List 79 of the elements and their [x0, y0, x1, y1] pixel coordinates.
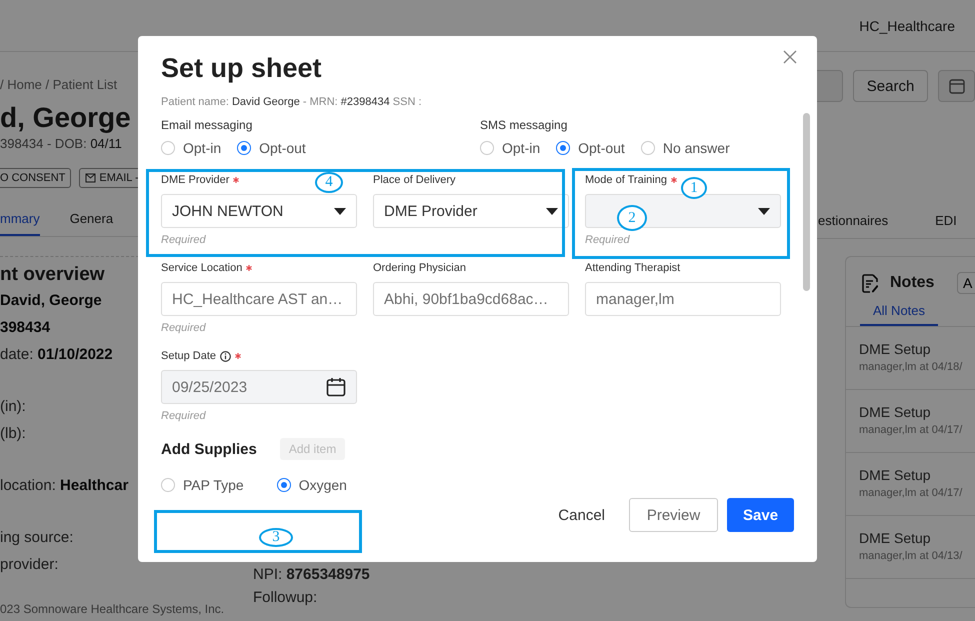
section-title: nt overview [0, 263, 105, 287]
radio-button[interactable] [640, 141, 655, 155]
dialog-title: Set up sheet [161, 52, 322, 84]
calendar-icon [948, 78, 965, 94]
cancel-button[interactable]: Cancel [558, 498, 605, 532]
overview-field: (in): [0, 393, 26, 420]
note-title[interactable]: DME Setup [859, 339, 962, 359]
radio-option[interactable]: Opt-in [480, 140, 540, 156]
field-label: DME Provider [161, 173, 230, 188]
overview-field: provider: [0, 551, 58, 578]
validation-hint: Required [161, 233, 207, 248]
tab[interactable]: Genera [70, 203, 114, 236]
breadcrumb[interactable]: / Home / Patient List [0, 77, 118, 93]
overview-field: 398434 [0, 314, 50, 341]
tab[interactable]: EDI [935, 205, 957, 238]
radio-button[interactable] [480, 141, 494, 155]
field-label: Ordering Physician [373, 261, 466, 276]
note-title[interactable]: DME Setup [859, 402, 962, 422]
radio-option[interactable]: No answer [640, 140, 730, 156]
note-title[interactable]: DME Setup [859, 528, 962, 548]
overview-field: (lb): [0, 420, 26, 447]
tab[interactable]: estionnaires [818, 205, 888, 238]
validation-hint: Required [161, 409, 207, 424]
overview-field: date: 01/10/2022 [0, 341, 113, 368]
detail-field: Followup: [253, 586, 780, 609]
copyright-text: 023 Somnoware Healthcare Systems, Inc. [0, 602, 224, 616]
patient-meta: 398434 - DOB: 04/11 [0, 135, 122, 153]
radio-option[interactable]: Opt-out [556, 140, 625, 156]
panel-title: Notes [890, 274, 934, 292]
radio-button[interactable] [161, 478, 175, 492]
input-field[interactable]: Abhi, 90bf1ba9cd68ac… [373, 282, 569, 316]
overview-field: ing source: [0, 524, 74, 551]
preview-button[interactable]: Preview [629, 498, 718, 532]
note-meta: manager,lm at 04/13/ [859, 549, 962, 564]
radio-button[interactable] [556, 141, 570, 155]
caret-icon [334, 208, 346, 214]
field-label: Setup Date [161, 349, 216, 364]
caret-icon [546, 208, 558, 214]
section-title: Add Supplies [161, 440, 257, 458]
radio-option[interactable]: Opt-out [237, 140, 306, 156]
detail-field: NPI: 8765348975 [253, 563, 780, 586]
overview-field: location: Healthcar [0, 472, 128, 499]
radio-button[interactable] [237, 141, 252, 155]
radio-button[interactable] [161, 141, 175, 155]
overview-field: David, George [0, 287, 102, 314]
note-edit-icon [862, 274, 878, 292]
input-field[interactable]: manager,lm [585, 282, 781, 316]
patient-name: d, George [0, 101, 131, 135]
field-label: Service Location [161, 261, 242, 276]
tab[interactable]: mmary [0, 203, 40, 236]
radio-button[interactable] [276, 478, 291, 492]
radio-option[interactable]: PAP Type [161, 477, 244, 493]
dropdown[interactable]: DME Provider [373, 194, 569, 228]
save-button[interactable]: Save [727, 498, 794, 532]
calendar-button[interactable] [938, 70, 975, 102]
field-label: Attending Therapist [585, 261, 680, 276]
validation-hint: Required [585, 233, 631, 248]
tab[interactable]: All Notes [860, 299, 938, 326]
radio-option[interactable]: Opt-in [161, 140, 222, 156]
note-meta: manager,lm at 04/17/ [859, 423, 962, 438]
dropdown[interactable]: JOHN NEWTON [161, 194, 357, 228]
account-name[interactable]: HC_Healthcare [859, 18, 955, 34]
patient-info: Patient name: David George - MRN: #2398434 SSN : [161, 95, 423, 109]
close-icon[interactable] [783, 50, 797, 64]
note-meta: manager,lm at 04/17/ [859, 486, 962, 501]
field-label: Email messaging [161, 117, 254, 134]
caret-icon [758, 208, 770, 214]
radio-option[interactable]: Oxygen [276, 477, 347, 493]
field-label: Place of Delivery [373, 173, 456, 188]
note-meta: manager,lm at 04/18/ [859, 360, 962, 375]
search-button[interactable]: Search [853, 70, 928, 102]
scrollbar[interactable] [803, 113, 810, 291]
filter-button[interactable]: A [957, 272, 975, 294]
note-title[interactable]: DME Setup [859, 465, 962, 485]
field-label: SMS messaging [480, 117, 568, 134]
input-field[interactable]: HC_Healthcare AST an… [161, 282, 357, 316]
validation-hint: Required [161, 321, 207, 336]
field-label: Mode of Training [585, 173, 667, 188]
consent-tag: O CONSENT [0, 168, 72, 188]
